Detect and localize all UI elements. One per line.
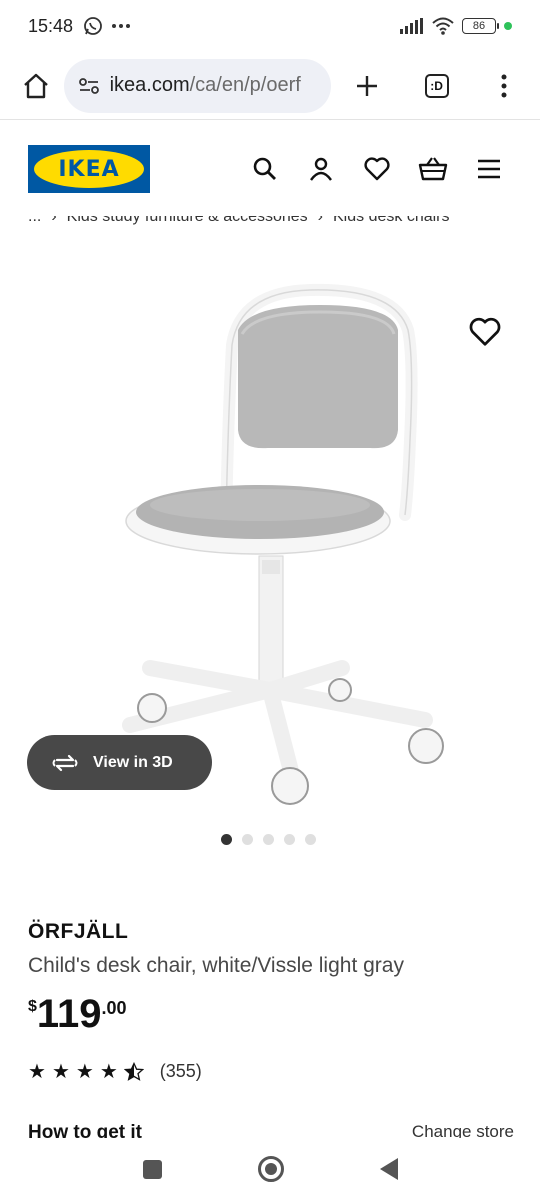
product-price: $ 119 .00 — [28, 992, 126, 1036]
browser-menu-button[interactable] — [482, 64, 526, 108]
breadcrumb-separator: › — [317, 216, 323, 225]
product-name: ÖRFJÄLL — [28, 920, 129, 943]
favourites-button[interactable] — [354, 146, 400, 192]
tab-switcher-icon: :D — [424, 73, 449, 98]
heart-icon — [469, 317, 501, 346]
rotate-3d-icon — [52, 754, 78, 771]
price-currency: $ — [28, 998, 37, 1015]
fulfilment-header: How to get it Change store — [28, 1120, 514, 1138]
home-button[interactable] — [14, 64, 58, 108]
url-text: ikea.com/ca/en/p/oerf — [109, 74, 301, 96]
address-bar[interactable]: ikea.com/ca/en/p/oerf — [63, 58, 332, 113]
search-button[interactable] — [242, 146, 288, 192]
system-navigation-bar — [0, 1138, 540, 1200]
site-settings-icon — [78, 77, 99, 94]
carousel-dot[interactable] — [263, 834, 274, 845]
user-icon — [310, 157, 332, 181]
status-time: 15:48 — [28, 15, 74, 36]
ikea-logo[interactable]: IKEA — [28, 145, 150, 193]
carousel-dot[interactable] — [221, 834, 232, 845]
carousel-dot[interactable] — [284, 834, 295, 845]
tabs-button[interactable]: :D — [415, 64, 459, 108]
home-nav-button[interactable] — [257, 1156, 284, 1182]
cart-button[interactable] — [410, 146, 456, 192]
image-carousel-indicator — [221, 834, 316, 845]
breadcrumb-ellipsis[interactable]: ... — [28, 216, 41, 226]
price-cents: .00 — [101, 998, 127, 1018]
heart-icon — [364, 157, 390, 181]
carousel-dot[interactable] — [242, 834, 253, 845]
breadcrumb-item-kids-desk-chairs[interactable]: Kids desk chairs — [333, 216, 450, 226]
breadcrumb-item-kids-study[interactable]: Kids study furniture & accessories — [67, 216, 308, 226]
back-button[interactable] — [379, 1158, 398, 1180]
breadcrumb: ... › Kids study furniture & accessories… — [28, 216, 528, 240]
status-bar: 15:48 86 — [0, 0, 540, 52]
battery-indicator: 86 — [462, 18, 499, 34]
change-store-link[interactable]: Change store — [412, 1122, 514, 1138]
star-half-icon — [123, 1061, 144, 1081]
account-button[interactable] — [298, 146, 344, 192]
recents-button[interactable] — [142, 1159, 162, 1179]
wifi-icon — [432, 17, 454, 35]
view-in-3d-label: View in 3D — [93, 753, 173, 771]
whatsapp-icon — [84, 17, 102, 35]
rating-count: (355) — [159, 1061, 202, 1081]
product-description: Child's desk chair, white/Vissle light g… — [28, 954, 404, 977]
signal-icon — [400, 18, 423, 34]
how-to-get-it-heading: How to get it — [28, 1122, 142, 1138]
browser-toolbar: ikea.com/ca/en/p/oerf :D — [0, 52, 540, 120]
new-tab-button[interactable] — [345, 64, 389, 108]
shopping-bag-icon — [418, 157, 448, 181]
star-full-icon: ★ — [75, 1060, 94, 1083]
hamburger-icon — [478, 159, 500, 179]
plus-icon — [357, 75, 378, 96]
site-header: IKEA — [0, 120, 540, 218]
more-notifications-icon — [112, 24, 131, 28]
product-rating[interactable]: ★ ★ ★ ★ (355) — [28, 1061, 202, 1082]
product-favourite-button[interactable] — [466, 316, 504, 353]
breadcrumb-separator: › — [51, 216, 57, 225]
price-whole: 119 — [36, 992, 102, 1036]
star-full-icon: ★ — [99, 1060, 118, 1083]
star-full-icon: ★ — [51, 1060, 70, 1083]
home-icon — [23, 73, 48, 98]
search-icon — [253, 157, 276, 180]
privacy-dot — [504, 22, 512, 30]
site-menu-button[interactable] — [466, 146, 512, 192]
star-full-icon: ★ — [28, 1060, 46, 1083]
view-in-3d-button[interactable]: View in 3D — [27, 735, 212, 790]
carousel-dot[interactable] — [305, 834, 316, 845]
kebab-menu-icon — [501, 74, 507, 97]
logo-wordmark: IKEA — [58, 156, 120, 182]
